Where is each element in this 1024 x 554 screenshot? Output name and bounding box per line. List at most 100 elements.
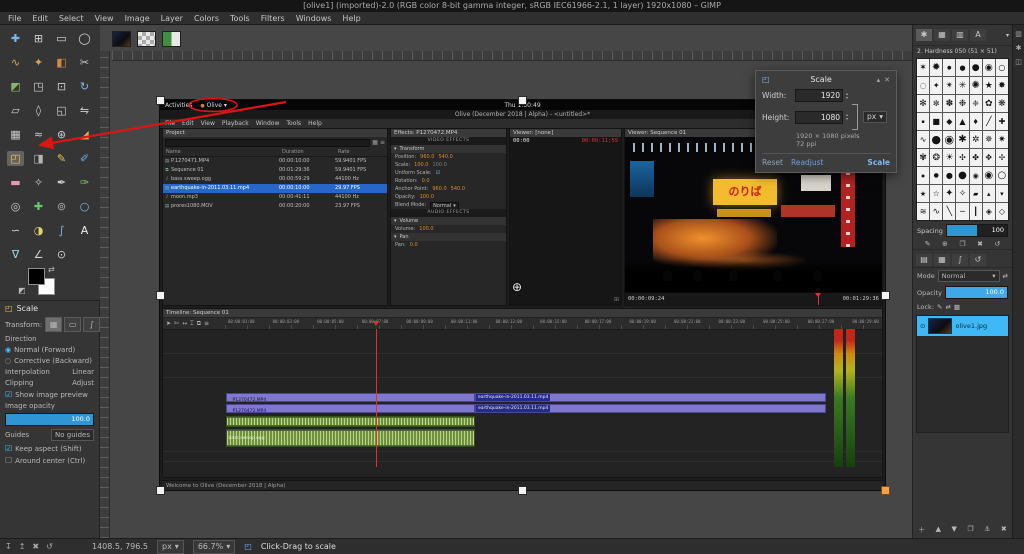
- dialog-menu-icon[interactable]: ▴: [877, 76, 881, 84]
- tool-button[interactable]: ∿: [7, 55, 24, 70]
- tool-button[interactable]: ○: [76, 199, 93, 214]
- olive-menu-item[interactable]: Edit: [182, 119, 194, 128]
- tool-button[interactable]: ◎: [7, 199, 24, 214]
- scale-handle-mid-left[interactable]: [156, 291, 165, 300]
- timeline-tool-icon[interactable]: ≡: [204, 320, 209, 327]
- brush-swatch[interactable]: ●: [943, 167, 955, 184]
- layer-action-icon[interactable]: ⚓: [984, 525, 990, 535]
- height-spinner[interactable]: ▴▾: [846, 113, 848, 121]
- menu-item[interactable]: Filters: [261, 12, 285, 24]
- position-y[interactable]: 540.0: [438, 153, 452, 161]
- project-grid-view-icon[interactable]: ▦: [372, 139, 378, 146]
- direction-normal-radio[interactable]: ◉ Normal (Forward): [5, 346, 94, 354]
- dock-menu-icon[interactable]: ▾: [1006, 32, 1009, 39]
- brush-swatch[interactable]: ■: [930, 113, 942, 130]
- menu-item[interactable]: Select: [59, 12, 84, 24]
- opacity-value[interactable]: 100.0: [420, 193, 434, 201]
- tab-patterns[interactable]: ▦: [934, 29, 950, 41]
- lock-alpha-icon[interactable]: ▩: [954, 303, 960, 311]
- rotation-value[interactable]: 0.0: [422, 177, 430, 185]
- tool-button[interactable]: ◱: [53, 103, 70, 118]
- vertical-ruler[interactable]: [100, 51, 110, 538]
- brush-swatch[interactable]: ◈: [983, 203, 995, 220]
- tool-options-action-icon[interactable]: ↥: [19, 542, 26, 551]
- mode-switch-icon[interactable]: ⇄: [1003, 272, 1008, 280]
- olive-menu-item[interactable]: File: [165, 119, 175, 128]
- layers-dock-tab[interactable]: ↺: [970, 254, 986, 266]
- direction-corrective-radio[interactable]: ○ Corrective (Backward): [5, 357, 94, 365]
- timeline-tool-icon[interactable]: ✄: [174, 320, 179, 327]
- default-colors-icon[interactable]: ◩: [18, 286, 26, 295]
- dock-tab-icon[interactable]: ▥: [1015, 30, 1022, 38]
- brush-swatch[interactable]: ✳: [956, 77, 968, 94]
- brush-swatch[interactable]: ▴: [983, 185, 995, 202]
- swap-colors-icon[interactable]: ⇄: [48, 265, 55, 274]
- video-effects-section[interactable]: VIDEO EFFECTS: [391, 137, 506, 145]
- lock-pixels-icon[interactable]: ✎: [937, 303, 942, 311]
- brush-swatch[interactable]: ☆: [930, 185, 942, 202]
- layers-dock-tab[interactable]: ▤: [916, 254, 932, 266]
- dock-tab-icon[interactable]: ✱: [1016, 44, 1022, 52]
- image-tab-olive1[interactable]: [112, 31, 131, 47]
- pan-value[interactable]: 0.0: [410, 241, 418, 249]
- brush-swatch[interactable]: ✾: [917, 149, 929, 166]
- foreground-color-swatch[interactable]: [28, 268, 45, 285]
- layer-action-icon[interactable]: ✖: [1001, 525, 1007, 535]
- brush-swatch[interactable]: ✶: [917, 59, 929, 76]
- layers-dock-tab[interactable]: ∫: [952, 254, 968, 266]
- brush-swatch[interactable]: ☀: [943, 149, 955, 166]
- brush-swatch[interactable]: ◉: [983, 59, 995, 76]
- tool-button[interactable]: ✒: [53, 175, 70, 190]
- brush-swatch[interactable]: ▰: [970, 185, 982, 202]
- layer-opacity-slider[interactable]: 100.0: [945, 286, 1008, 299]
- tool-button[interactable]: ⊛: [53, 127, 70, 142]
- brush-swatch[interactable]: ◉: [943, 131, 955, 148]
- brush-swatch[interactable]: ✵: [983, 131, 995, 148]
- timeline-tool-icon[interactable]: ↔: [182, 320, 187, 327]
- anchor-y[interactable]: 540.0: [451, 185, 465, 193]
- tool-button[interactable]: ✚: [7, 31, 24, 46]
- tool-options-action-icon[interactable]: ↧: [5, 542, 12, 551]
- tool-button[interactable]: A: [76, 223, 93, 238]
- reset-button[interactable]: Reset: [762, 158, 783, 167]
- menu-item[interactable]: Tools: [230, 12, 250, 24]
- layer-action-icon[interactable]: ＋: [918, 525, 925, 535]
- readjust-button[interactable]: Readjust: [791, 158, 824, 167]
- tool-button[interactable]: ◧: [53, 55, 70, 70]
- project-media-row[interactable]: ▤ prores1080.MOV 00:00:20:00 23.97 FPS: [163, 202, 387, 211]
- tool-button[interactable]: ▱: [7, 103, 24, 118]
- brush-swatch[interactable]: ∿: [917, 131, 929, 148]
- brush-swatch[interactable]: ▲: [956, 113, 968, 130]
- tool-button[interactable]: ▭: [53, 31, 70, 46]
- image-tab-transparent[interactable]: [137, 31, 156, 47]
- project-media-row[interactable]: ▤ earthquake-in-2011.03.11.mp4 00:00:10:…: [163, 184, 387, 193]
- scale-handle-bottom-mid[interactable]: [518, 486, 527, 495]
- video-clip[interactable]: P1270472.MP4: [226, 404, 475, 413]
- brush-swatch[interactable]: ●: [943, 59, 955, 76]
- brush-swatch[interactable]: ▾: [996, 185, 1008, 202]
- scale-pivot-icon[interactable]: ⊕: [512, 280, 522, 294]
- tool-button[interactable]: ◰: [7, 151, 24, 166]
- tool-button[interactable]: ◯: [76, 31, 93, 46]
- brush-swatch[interactable]: ❉: [956, 95, 968, 112]
- project-media-row[interactable]: ♪ bass sweep.ogg 00:00:59:29 44100 Hz: [163, 175, 387, 184]
- tool-button[interactable]: ∇: [7, 247, 24, 262]
- scale-x[interactable]: 100.0: [414, 161, 428, 169]
- olive-menu-item[interactable]: View: [201, 119, 215, 128]
- brush-swatch[interactable]: ●: [930, 131, 942, 148]
- transform-layer-button[interactable]: ▦: [45, 317, 62, 332]
- interpolation-value[interactable]: Linear: [72, 368, 94, 376]
- brush-swatch[interactable]: ○: [996, 167, 1008, 184]
- brush-swatch[interactable]: ●: [930, 167, 942, 184]
- tab-fonts[interactable]: A: [970, 29, 986, 41]
- video-clip[interactable]: earthquake-in-2011.03.11.mp4: [475, 393, 826, 402]
- olive-menu-item[interactable]: Playback: [222, 119, 249, 128]
- brush-swatch[interactable]: ✣: [956, 149, 968, 166]
- project-media-row[interactable]: ⧉ Sequence 01 00:01:29:36 59.9401 FPS: [163, 166, 387, 175]
- scale-handle-top-left[interactable]: [156, 96, 165, 105]
- lock-position-icon[interactable]: ⇄: [945, 303, 950, 311]
- transform-selection-button[interactable]: ▭: [64, 317, 81, 332]
- brush-swatch[interactable]: ★: [983, 77, 995, 94]
- unit-dropdown[interactable]: px ▾: [157, 540, 184, 554]
- menu-item[interactable]: Windows: [296, 12, 332, 24]
